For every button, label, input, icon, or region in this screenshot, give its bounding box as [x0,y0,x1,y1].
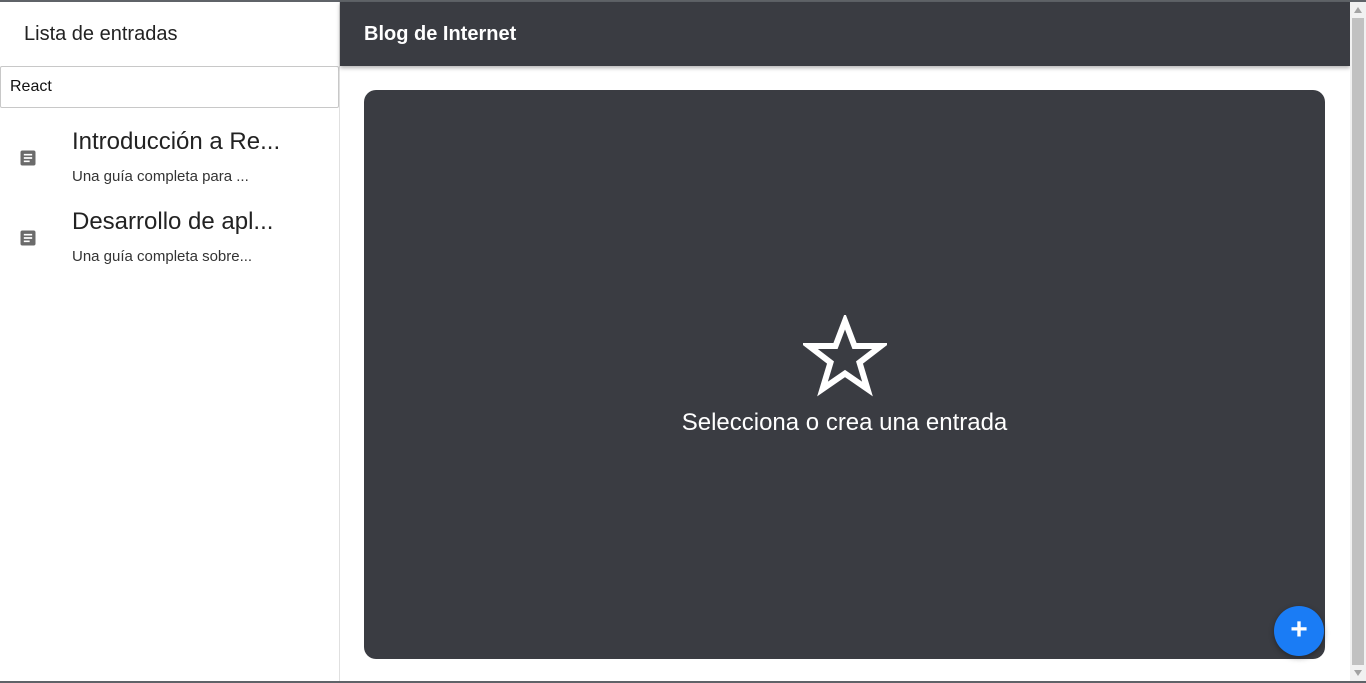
list-item[interactable]: Introducción a Re... Una guía completa p… [0,120,339,200]
post-excerpt: Una guía completa sobre... [72,248,253,265]
app-window: Lista de entradas Introducción a Re... U… [0,0,1366,683]
post-title: Introducción a Re... [72,128,281,155]
content-panel: Selecciona o crea una entrada [364,90,1325,659]
list-item[interactable]: Desarrollo de apl... Una guía completa s… [0,200,339,280]
scroll-up-icon[interactable] [1350,2,1366,18]
app-title: Blog de Internet [364,22,517,45]
vertical-scrollbar[interactable] [1350,2,1366,681]
scrollbar-thumb[interactable] [1352,18,1364,665]
star-outline-icon [802,315,887,397]
sidebar: Lista de entradas Introducción a Re... U… [0,2,340,681]
sidebar-title: Lista de entradas [24,22,178,45]
empty-state: Selecciona o crea una entrada [364,315,1325,437]
post-excerpt: Una guía completa para ... [72,168,249,185]
empty-message: Selecciona o crea una entrada [681,409,1008,436]
post-list: Introducción a Re... Una guía completa p… [0,120,339,280]
app-header: Blog de Internet [340,2,1350,66]
article-icon [20,230,36,246]
add-post-button[interactable]: + [1274,606,1324,656]
scroll-down-icon[interactable] [1350,665,1366,681]
search-input[interactable] [0,66,339,108]
article-icon [20,150,36,166]
add-icon: + [1290,613,1308,646]
post-title: Desarrollo de apl... [72,208,274,235]
